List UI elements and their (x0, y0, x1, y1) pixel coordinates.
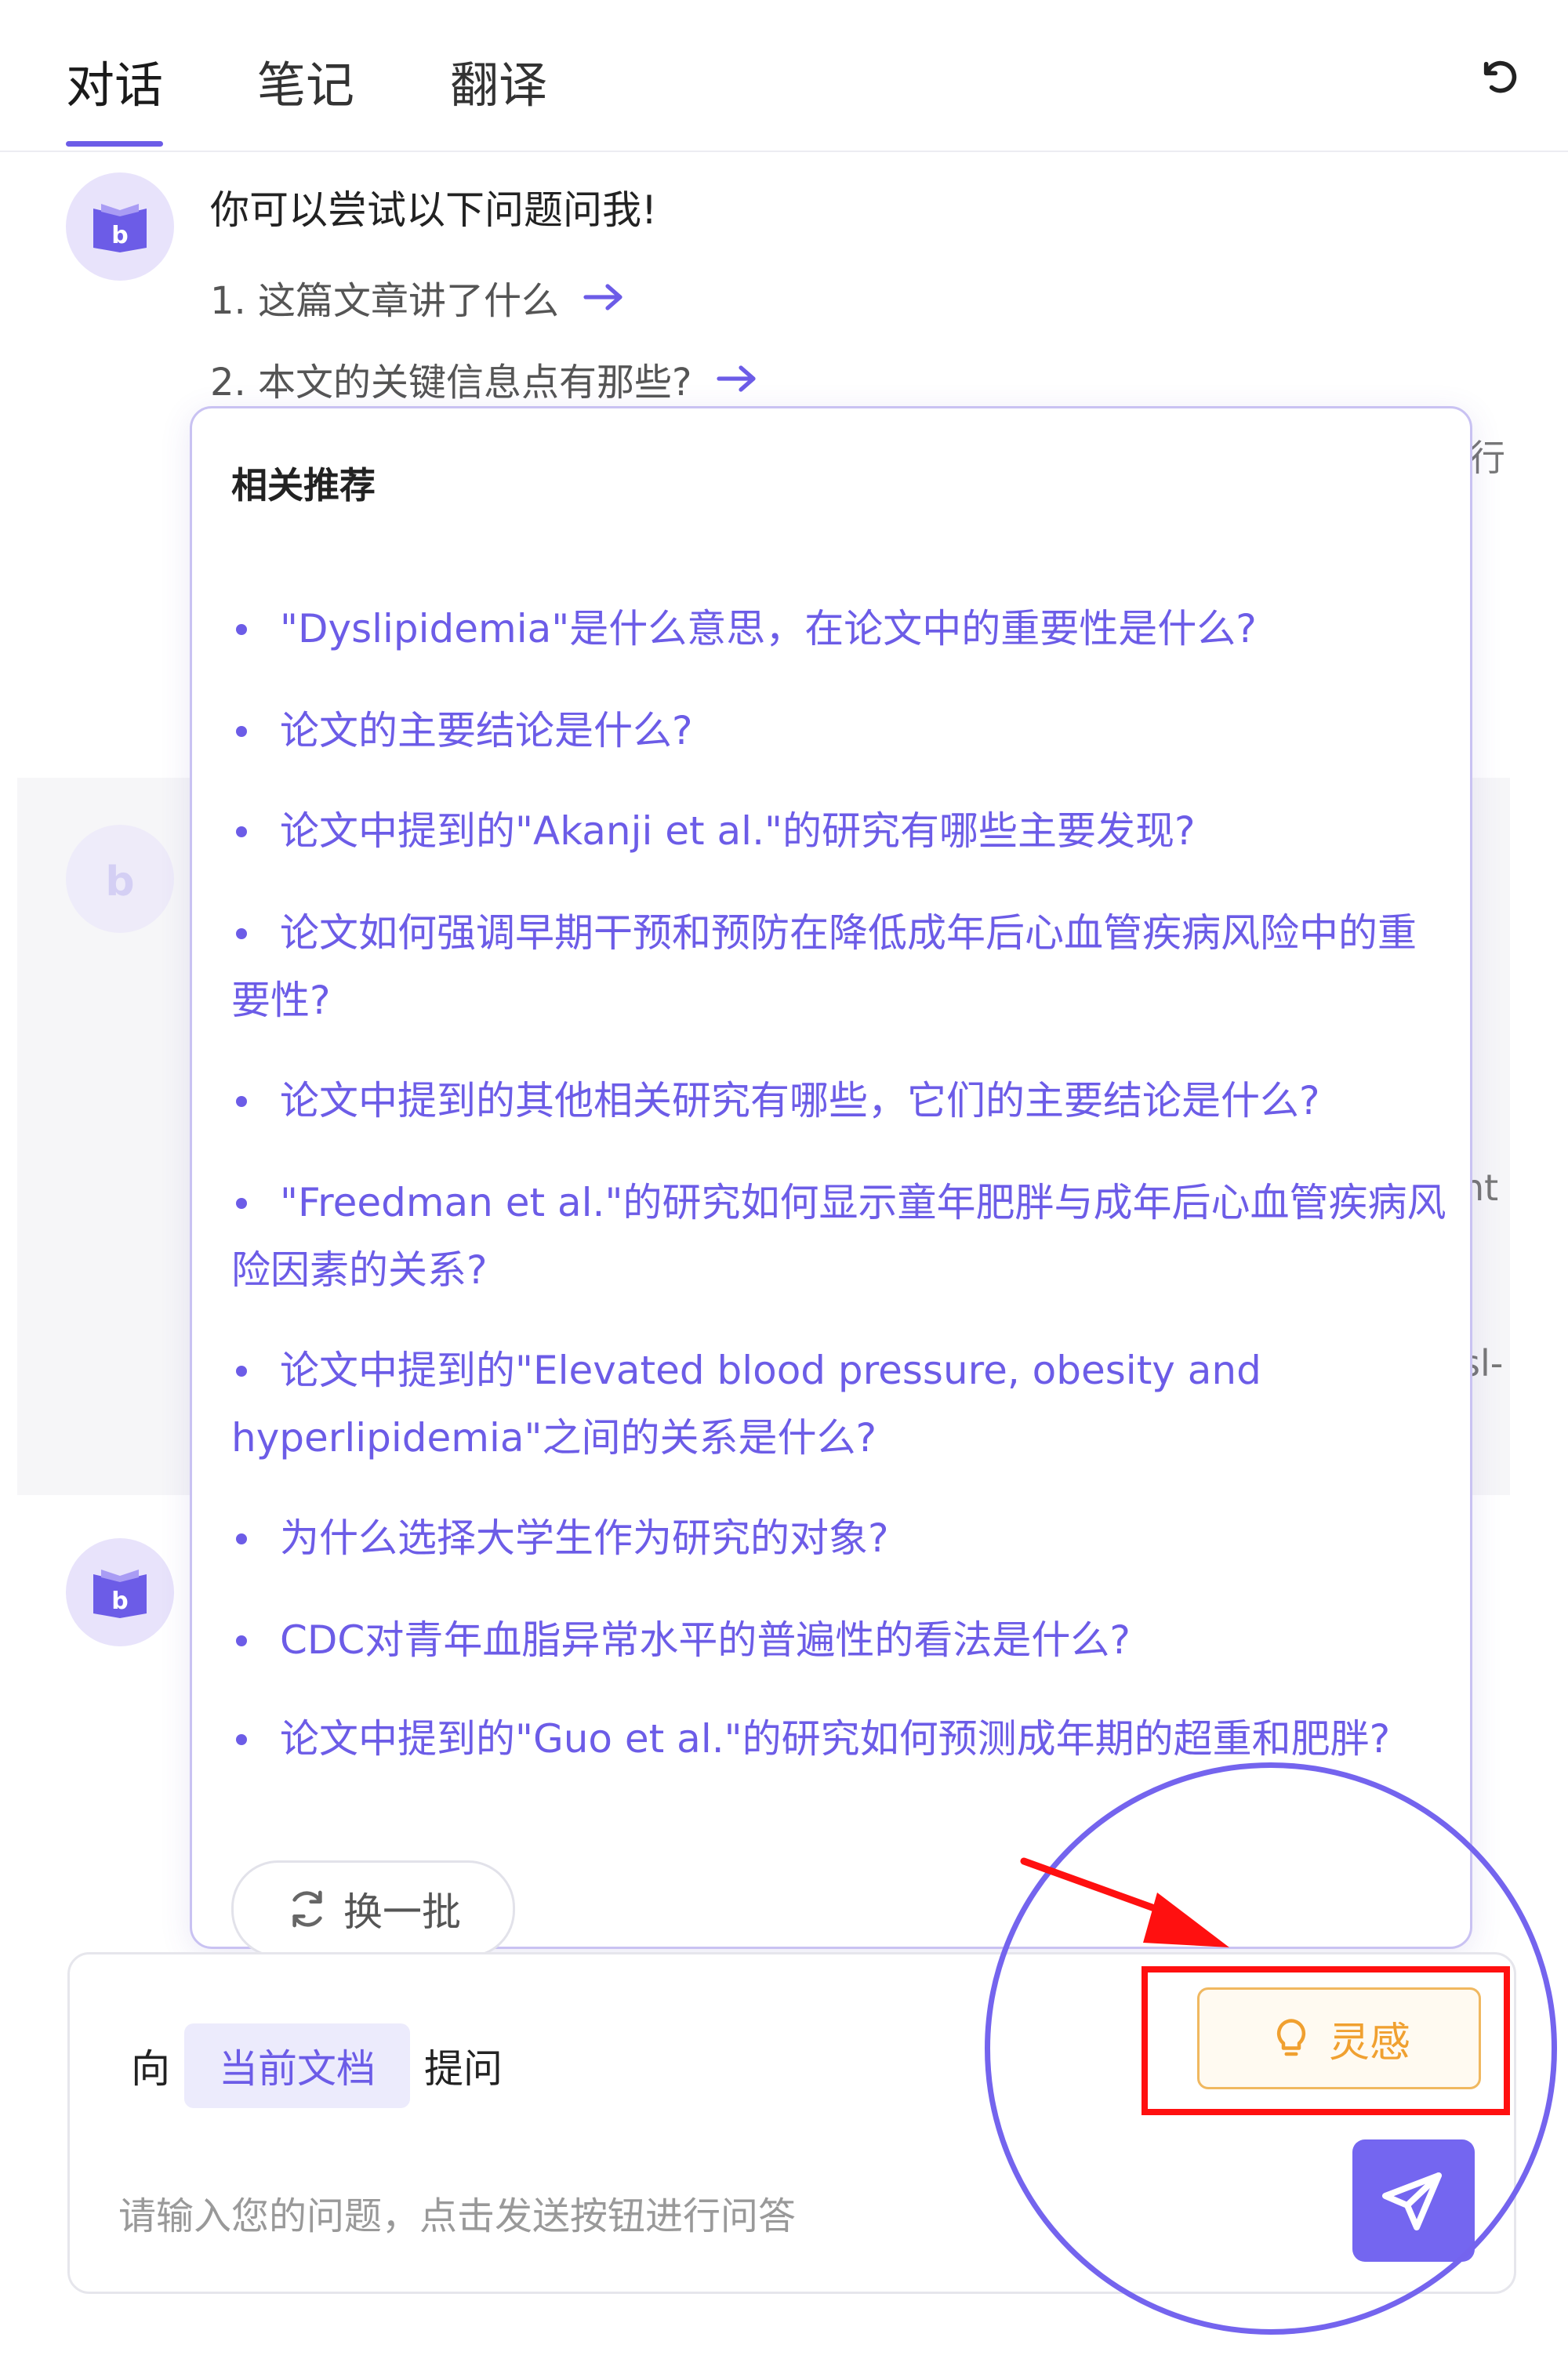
obscured-text-fragment: 行 (1469, 437, 1505, 479)
refresh-icon (292, 1890, 322, 1928)
suggested-question-label: 1. 这篇文章讲了什么 (210, 279, 560, 323)
active-tab-indicator (66, 141, 163, 147)
refresh-batch-button[interactable]: 换一批 (231, 1860, 515, 1958)
book-icon: b (93, 1570, 147, 1618)
related-recommendations-popup: 相关推荐 "Dyslipidemia"是什么意思，在论文中的重要性是什么? 论文… (190, 406, 1472, 1958)
recommendation-text: 论文中提到的"Akanji et al."的研究有哪些主要发现? (280, 808, 1196, 854)
bullet (236, 1365, 247, 1377)
recommendation-item[interactable]: CDC对青年血脂异常水平的普遍性的看法是什么? (231, 1606, 1454, 1674)
recommendation-item[interactable]: 论文中提到的"Akanji et al."的研究有哪些主要发现? (231, 797, 1454, 865)
recommendation-text: 为什么选择大学生作为研究的对象? (280, 1515, 889, 1561)
recommendation-item[interactable]: 为什么选择大学生作为研究的对象? (231, 1504, 1454, 1572)
assistant-intro-text: 你可以尝试以下问题问我! (210, 187, 658, 233)
ask-prefix: 向 (131, 2046, 170, 2092)
book-icon: b (105, 858, 134, 905)
refresh-batch-label: 换一批 (343, 1889, 461, 1935)
bullet (236, 1733, 247, 1745)
ask-suffix: 提问 (424, 2046, 503, 2092)
recommendation-text: 论文中提到的其他相关研究有哪些，它们的主要结论是什么? (280, 1078, 1320, 1123)
svg-text:b: b (111, 1588, 128, 1615)
tab-translate[interactable]: 翻译 (450, 45, 547, 116)
recommendation-text: "Dyslipidemia"是什么意思，在论文中的重要性是什么? (280, 606, 1257, 651)
bullet (236, 826, 247, 837)
recommendation-text: 论文中提到的"Elevated blood pressure, obesity … (231, 1348, 1261, 1461)
recommendation-item[interactable]: "Dyslipidemia"是什么意思，在论文中的重要性是什么? (231, 595, 1454, 662)
annotation-arrow-icon (1020, 1857, 1229, 1947)
bullet (236, 1197, 247, 1209)
assistant-avatar-faded: b (66, 825, 174, 933)
recommendation-text: CDC对青年血脂异常水平的普遍性的看法是什么? (280, 1617, 1131, 1663)
svg-text:b: b (105, 858, 134, 905)
recommendation-text: 论文的主要结论是什么? (280, 708, 693, 753)
assistant-avatar: b (66, 172, 174, 281)
book-icon: b (93, 204, 147, 252)
arrow-right-icon (716, 365, 756, 392)
refresh-ccw-icon[interactable] (1477, 55, 1521, 99)
current-document-chip[interactable]: 当前文档 (184, 2023, 410, 2108)
suggested-question[interactable]: 1. 这篇文章讲了什么 (210, 270, 625, 325)
recommendation-item[interactable]: "Freedman et al."的研究如何显示童年肥胖与成年后心血管疾病风险因… (231, 1169, 1454, 1304)
assistant-avatar: b (66, 1538, 174, 1646)
bullet (236, 725, 247, 737)
popup-title: 相关推荐 (231, 464, 376, 506)
tab-chat[interactable]: 对话 (66, 45, 163, 116)
bullet (236, 927, 247, 939)
recommendation-text: 论文中提到的"Guo et al."的研究如何预测成年期的超重和肥胖? (280, 1716, 1391, 1762)
svg-text:b: b (111, 222, 128, 249)
recommendation-item[interactable]: 论文如何强调早期干预和预防在降低成年后心血管疾病风险中的重要性? (231, 899, 1454, 1034)
tab-bar: 对话 笔记 翻译 (0, 0, 1568, 152)
bullet (236, 1635, 247, 1646)
ask-scope-line: 向 当前文档 提问 (131, 2023, 503, 2108)
suggested-question-label: 2. 本文的关键信息点有那些? (210, 361, 692, 405)
bullet (236, 1095, 247, 1107)
recommendation-item[interactable]: 论文中提到的"Elevated blood pressure, obesity … (231, 1337, 1454, 1472)
recommendation-text: 论文如何强调早期干预和预防在降低成年后心血管疾病风险中的重要性? (231, 910, 1417, 1023)
suggested-question[interactable]: 2. 本文的关键信息点有那些? (210, 351, 758, 406)
recommendation-text: "Freedman et al."的研究如何显示童年肥胖与成年后心血管疾病风险因… (231, 1180, 1446, 1293)
recommendation-item[interactable]: 论文的主要结论是什么? (231, 697, 1454, 764)
bullet (236, 1533, 247, 1544)
bullet (236, 623, 247, 635)
arrow-right-icon (583, 284, 622, 310)
recommendation-item[interactable]: 论文中提到的其他相关研究有哪些，它们的主要结论是什么? (231, 1067, 1454, 1134)
highlight-rectangle (1142, 1966, 1510, 2115)
question-input[interactable]: 请输入您的问题，点击发送按钮进行问答 (118, 2185, 796, 2240)
tab-notes[interactable]: 笔记 (257, 45, 354, 116)
